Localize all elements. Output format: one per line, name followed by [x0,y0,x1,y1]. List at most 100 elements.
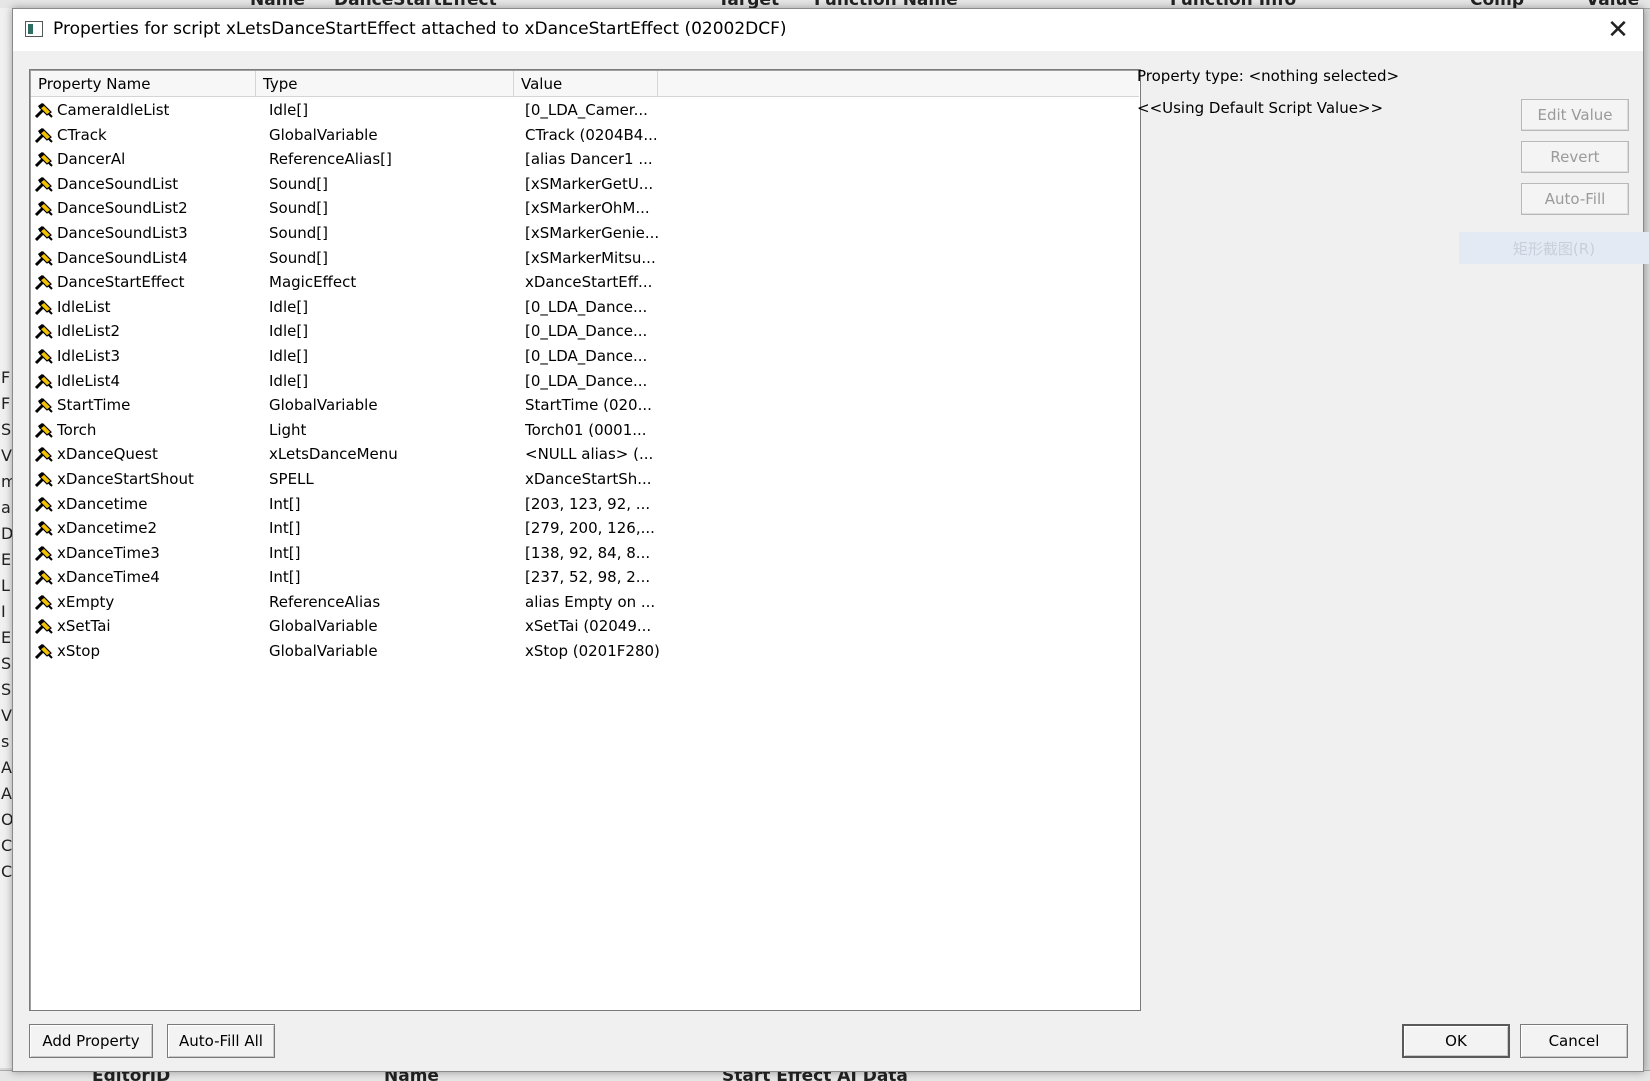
property-name: DancerAl [57,150,126,169]
property-row[interactable]: IdleList2 Idle[] [0_LDA_Dance... [31,319,1139,344]
auto-fill-button[interactable]: Auto-Fill [1521,183,1629,215]
bg-left-letter: a [1,498,11,517]
bg-left-letter: A [1,758,12,777]
property-row[interactable]: DanceStartEffect MagicEffect xDanceStartEf… [31,270,1139,295]
revert-button[interactable]: Revert [1521,141,1629,173]
property-value: [alias Dancer1 ... [525,150,653,169]
property-row[interactable]: IdleList3 Idle[] [0_LDA_Dance... [31,344,1139,369]
bg-left-letter: S [1,420,12,439]
bg-left-letter: S [1,680,12,699]
close-button[interactable]: ✕ [1593,9,1643,51]
property-row[interactable]: CameraIdleList Idle[] [0_LDA_Camer... [31,98,1139,123]
property-value: [xSMarkerMitsu... [525,248,656,267]
property-name: DanceSoundList [57,174,179,193]
property-icon [34,347,54,365]
property-type: GlobalVariable [269,125,378,144]
property-name: xDancetime2 [57,519,158,538]
property-type: Idle[] [269,297,309,316]
column-header-type[interactable]: Type [256,71,514,96]
property-icon [34,642,54,660]
property-name: IdleList [57,297,111,316]
add-property-button[interactable]: Add Property [29,1024,153,1058]
property-row[interactable]: DanceSoundList Sound[] [xSMarkerGetU... [31,172,1139,197]
property-row[interactable]: IdleList4 Idle[] [0_LDA_Dance... [31,369,1139,394]
property-row[interactable]: xDancetime Int[] [203, 123, 92, ... [31,492,1139,517]
property-value: [0_LDA_Dance... [525,297,648,316]
column-header-value[interactable]: Value [514,71,658,96]
window-icon [25,21,43,37]
property-row[interactable]: xEmpty ReferenceAlias alias Empty on ... [31,590,1139,615]
property-row[interactable]: xDanceTime4 Int[] [237, 52, 98, 2... [31,565,1139,590]
property-type: xLetsDanceMenu [269,445,398,464]
property-name: Torch [57,420,97,439]
cancel-button[interactable]: Cancel [1520,1024,1628,1058]
property-type: Int[] [269,568,301,587]
property-type: GlobalVariable [269,642,378,661]
property-type: Light [269,420,307,439]
property-row[interactable]: xSetTai GlobalVariable xSetTai (02049... [31,614,1139,639]
property-name: DanceSoundList3 [57,223,188,242]
property-name: xDancetime [57,494,148,513]
property-name: DanceSoundList2 [57,199,188,218]
close-icon: ✕ [1607,15,1629,45]
property-icon [34,150,54,168]
bg-left-letter: s [1,732,10,751]
bg-left-letter: E [1,628,12,647]
property-row[interactable]: Torch Light Torch01 (0001... [31,418,1139,443]
property-name: IdleList4 [57,371,121,390]
column-header-property-name[interactable]: Property Name [31,71,256,96]
default-value-label: <<Using Default Script Value>> [1137,99,1384,117]
property-row[interactable]: DancerAl ReferenceAlias[] [alias Dancer1 .… [31,147,1139,172]
property-name: DanceSoundList4 [57,248,188,267]
property-type: Sound[] [269,174,328,193]
property-row[interactable]: xDancetime2 Int[] [279, 200, 126,... [31,516,1139,541]
property-icon [34,249,54,267]
property-name: IdleList2 [57,322,121,341]
property-icon [34,126,54,144]
auto-fill-all-button[interactable]: Auto-Fill All [167,1024,275,1058]
property-type: Sound[] [269,248,328,267]
property-row[interactable]: xDanceTime3 Int[] [138, 92, 84, 8... [31,541,1139,566]
property-icon [34,199,54,217]
property-name: xDanceStartShout [57,469,194,488]
property-value: xDanceStartEff... [525,273,653,292]
property-value: CTrack (0204B4... [525,125,658,144]
property-type: Int[] [269,543,301,562]
property-type: SPELL [269,469,314,488]
property-row[interactable]: DanceSoundList3 Sound[] [xSMarkerGenie... [31,221,1139,246]
property-row[interactable]: CTrack GlobalVariable CTrack (0204B4... [31,123,1139,148]
property-type: Sound[] [269,199,328,218]
property-value: StartTime (020... [525,396,652,415]
ok-button[interactable]: OK [1402,1024,1510,1058]
bg-left-letter: E [1,550,12,569]
property-row[interactable]: DanceSoundList2 Sound[] [xSMarkerOhM... [31,196,1139,221]
property-icon [34,568,54,586]
property-icon [34,273,54,291]
bg-left-letter: F [1,394,11,413]
property-row[interactable]: xDanceStartShout SPELL xDanceStartSh... [31,467,1139,492]
property-type: Idle[] [269,371,309,390]
property-row[interactable]: StartTime GlobalVariable StartTime (020... [31,393,1139,418]
property-value: [279, 200, 126,... [525,519,655,538]
property-icon [34,519,54,537]
property-type: MagicEffect [269,273,357,292]
property-icon [34,372,54,390]
property-icon [34,445,54,463]
property-row[interactable]: DanceSoundList4 Sound[] [xSMarkerMitsu... [31,246,1139,271]
property-value: [138, 92, 84, 8... [525,543,651,562]
property-row[interactable]: IdleList Idle[] [0_LDA_Dance... [31,295,1139,320]
property-value: [0_LDA_Dance... [525,346,648,365]
property-icon [34,544,54,562]
edit-value-button[interactable]: Edit Value [1521,99,1629,131]
list-header: Property Name Type Value [31,71,1139,97]
property-row[interactable]: xDanceQuest xLetsDanceMenu <NULL alias> (.… [31,442,1139,467]
property-icon [34,298,54,316]
property-value: Torch01 (0001... [525,420,647,439]
property-icon [34,470,54,488]
property-value: [xSMarkerGenie... [525,223,660,242]
property-name: xEmpty [57,592,115,611]
property-row[interactable]: xStop GlobalVariable xStop (0201F280) [31,639,1139,664]
properties-list[interactable]: Property Name Type Value CameraIdleList I… [29,69,1141,1011]
bg-left-letter: A [1,784,12,803]
title-bar[interactable]: Properties for script xLetsDanceStartEff… [13,9,1643,51]
